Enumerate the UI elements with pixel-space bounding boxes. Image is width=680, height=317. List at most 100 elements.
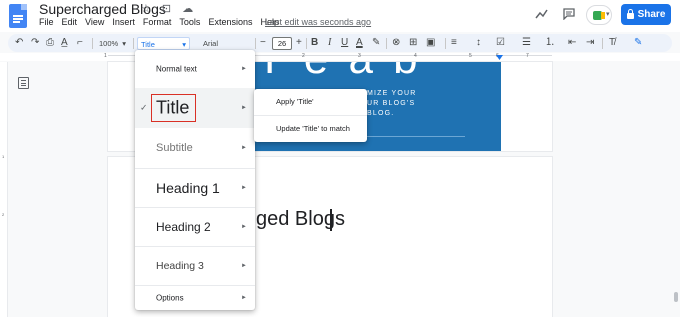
meet-camera-icon: [601, 12, 605, 19]
menu-view[interactable]: View: [85, 17, 104, 29]
menu-item-label: Heading 3: [156, 259, 204, 272]
share-button[interactable]: Share: [621, 4, 671, 25]
share-label: Share: [637, 9, 666, 20]
font-size-input[interactable]: 26: [272, 37, 292, 50]
chevron-right-icon: ►: [241, 145, 247, 151]
editing-mode-icon[interactable]: ✎: [634, 36, 642, 50]
menu-tools[interactable]: Tools: [179, 17, 200, 29]
increase-size-button[interactable]: +: [296, 36, 302, 50]
line-spacing-icon[interactable]: ↕: [476, 36, 481, 50]
trend-icon[interactable]: [535, 9, 548, 19]
right-indent-marker[interactable]: [496, 55, 503, 60]
menu-file[interactable]: File: [39, 17, 54, 29]
lock-icon: [626, 8, 634, 19]
menu-item-title[interactable]: ✓ Title ►: [135, 88, 255, 128]
undo-icon[interactable]: ↶: [15, 36, 23, 50]
menu-item-label: Title: [156, 97, 190, 118]
docs-logo-icon[interactable]: [9, 4, 27, 28]
toolbar-divider: [255, 38, 256, 49]
toolbar-divider: [386, 38, 387, 49]
insert-image-icon[interactable]: ▣: [426, 36, 435, 50]
menu-insert[interactable]: Insert: [112, 17, 135, 29]
ruler-number: 1: [104, 53, 107, 59]
italic-button[interactable]: I: [328, 36, 331, 50]
menu-item-label: Heading 2: [156, 219, 211, 234]
increase-indent-icon[interactable]: ⇥: [586, 36, 594, 50]
ruler-number: 5: [469, 53, 472, 59]
chevron-right-icon: ►: [241, 105, 247, 111]
vruler-number: 1: [2, 154, 5, 159]
banner-line: MIZE YOUR: [367, 90, 417, 97]
numbered-list-icon[interactable]: ⒈: [545, 36, 555, 50]
redo-icon[interactable]: ↷: [31, 36, 39, 50]
chevron-right-icon: ►: [241, 294, 247, 301]
decrease-indent-icon[interactable]: ⇤: [568, 36, 576, 50]
title-bar: Supercharged Blogs ☆ ⊡ ☁ File Edit View …: [0, 0, 680, 32]
chevron-down-icon: ▾: [606, 11, 610, 18]
style-select[interactable]: Title ▾: [137, 37, 190, 50]
scrollbar-thumb[interactable]: [674, 292, 678, 302]
vertical-ruler: [0, 62, 8, 317]
meet-button[interactable]: ▾: [586, 5, 612, 25]
ruler-number: 4: [414, 53, 417, 59]
text-cursor: [330, 209, 332, 231]
update-title-item[interactable]: Update 'Title' to match: [276, 124, 350, 133]
ruler-number: 3: [358, 53, 361, 59]
link-icon[interactable]: ⊗: [392, 36, 400, 50]
underline-button[interactable]: U: [341, 36, 348, 50]
checklist-icon[interactable]: ☑: [496, 36, 505, 50]
document-title-text[interactable]: ged Blogs: [256, 208, 345, 231]
document-outline-icon[interactable]: [18, 77, 29, 89]
paint-format-icon[interactable]: ⌐: [77, 36, 83, 50]
star-move-cloud-icons[interactable]: ☆ ⊡ ☁: [141, 2, 197, 15]
last-edit-link[interactable]: Last edit was seconds ago: [265, 17, 371, 27]
menu-item-label: Normal text: [156, 64, 197, 74]
banner-divider: [367, 136, 465, 137]
menu-format[interactable]: Format: [143, 17, 172, 29]
menu-divider: [254, 115, 367, 116]
menu-item-heading-3[interactable]: Heading 3 ►: [135, 246, 255, 285]
menu-extensions[interactable]: Extensions: [208, 17, 252, 29]
toolbar-divider: [92, 38, 93, 49]
chevron-right-icon: ►: [241, 223, 247, 230]
toolbar-divider: [445, 38, 446, 49]
add-comment-icon[interactable]: ⊞: [409, 36, 417, 50]
bold-button[interactable]: B: [311, 36, 318, 50]
menu-item-normal-text[interactable]: Normal text ►: [135, 50, 255, 88]
menu-item-options[interactable]: Options ►: [135, 285, 255, 310]
menu-item-label: Options: [156, 293, 184, 302]
paragraph-style-menu: Normal text ► ✓ Title ► Subtitle ► Headi…: [135, 50, 255, 310]
highlight-icon[interactable]: ✎: [372, 36, 380, 50]
toolbar-divider: [602, 38, 603, 49]
font-value: Arial: [203, 39, 219, 48]
menu-item-label: Subtitle: [156, 142, 193, 154]
chevron-right-icon: ►: [241, 66, 247, 72]
print-icon[interactable]: ⎙: [46, 36, 54, 50]
banner-line: BLOG.: [367, 110, 395, 117]
chevron-right-icon: ►: [241, 184, 247, 191]
style-value: Title: [141, 40, 155, 49]
zoom-value: 100%: [99, 39, 119, 48]
banner-big-text: Y e a b: [255, 62, 422, 84]
chevron-right-icon: ►: [241, 262, 247, 269]
menu-edit[interactable]: Edit: [62, 17, 78, 29]
font-select[interactable]: Arial: [200, 37, 252, 50]
zoom-select[interactable]: 100% ▾: [96, 37, 130, 50]
toolbar-divider: [306, 38, 307, 49]
apply-title-item[interactable]: Apply 'Title': [276, 97, 314, 106]
decrease-size-button[interactable]: −: [260, 36, 266, 50]
checkmark-icon: ✓: [140, 102, 148, 113]
bulleted-list-icon[interactable]: ☰: [522, 36, 531, 50]
text-color-button[interactable]: A: [356, 36, 363, 50]
menu-item-heading-2[interactable]: Heading 2 ►: [135, 207, 255, 246]
menu-item-heading-1[interactable]: Heading 1 ►: [135, 168, 255, 207]
clear-formatting-icon[interactable]: T̸: [609, 36, 615, 50]
comment-icon[interactable]: [563, 8, 575, 20]
menu-item-subtitle[interactable]: Subtitle ►: [135, 128, 255, 168]
banner-tagline: MIZE YOUR UR BLOG'S BLOG.: [367, 89, 417, 119]
vertical-scrollbar[interactable]: [672, 62, 680, 317]
chevron-down-icon: ▾: [122, 39, 126, 48]
banner-line: UR BLOG'S: [367, 100, 416, 107]
align-icon[interactable]: ≡: [451, 36, 457, 50]
spellcheck-icon[interactable]: A̲: [61, 36, 68, 50]
